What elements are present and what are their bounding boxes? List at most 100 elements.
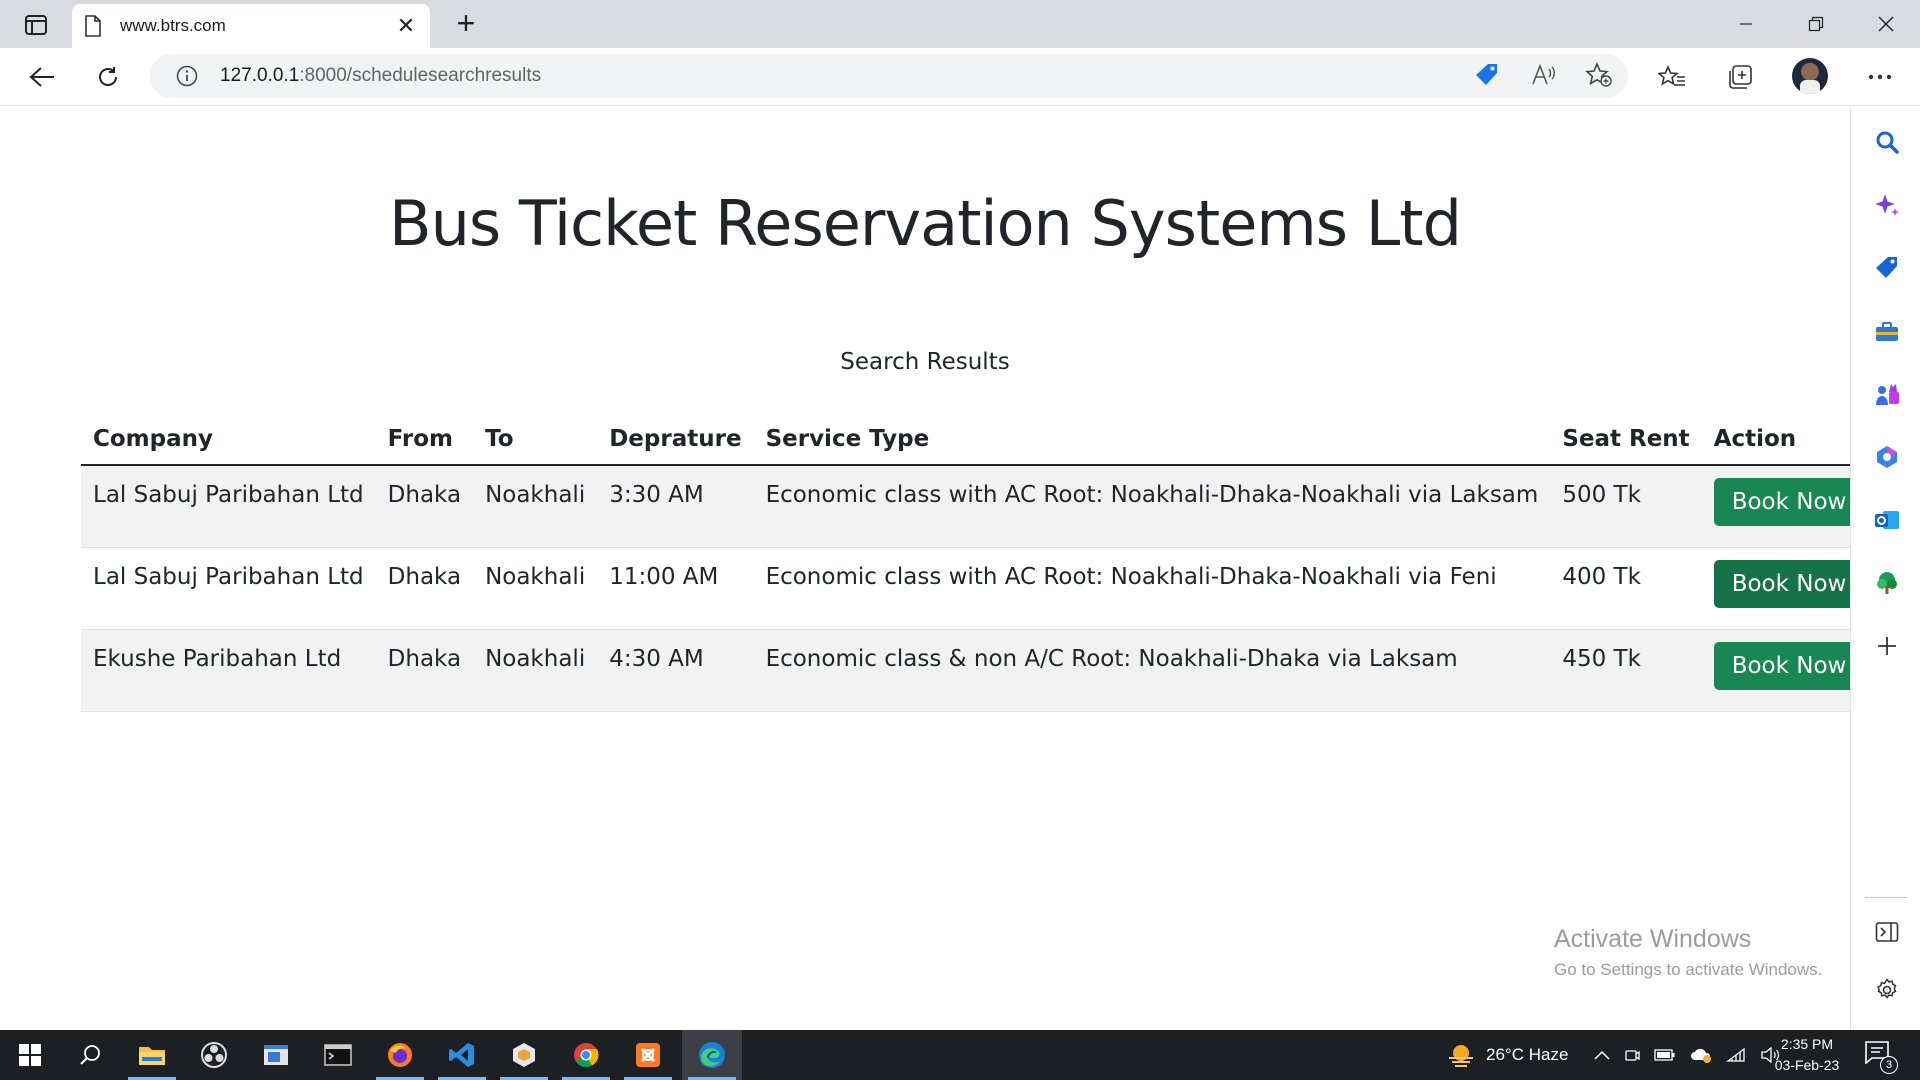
cell-from: Dhaka [375,465,474,548]
more-options-icon[interactable] [1860,58,1900,96]
add-favorite-icon[interactable] [1584,60,1614,90]
url-path: :8000/schedulesearchresults [299,65,542,86]
shopping-tag-icon[interactable] [1874,255,1900,281]
shopping-tag-icon[interactable] [1472,60,1502,90]
header-from: From [375,413,474,466]
wifi-icon[interactable] [1726,1047,1746,1063]
header-service-type: Service Type [753,413,1551,466]
cell-from: Dhaka [375,629,474,712]
notification-center-icon[interactable]: 3 [1864,1040,1898,1074]
search-icon[interactable] [1874,129,1900,155]
vscode-icon[interactable] [432,1030,492,1080]
chevron-up-icon[interactable] [1594,1050,1610,1060]
table-row: Lal Sabuj Paribahan Ltd Dhaka Noakhali 1… [81,547,1877,630]
onedrive-icon[interactable] [1690,1046,1712,1064]
search-results-table: Company From To Depraturе Service Type S… [81,413,1877,712]
table-row: Lal Sabuj Paribahan Ltd Dhaka Noakhali 3… [81,465,1877,548]
address-bar-icons [1472,60,1614,90]
microsoft-365-icon[interactable] [1874,444,1900,470]
terminal-icon[interactable] [308,1030,368,1080]
url-text[interactable]: 127.0.0.1:8000/schedulesearchresults [220,65,541,87]
clock-time: 2:35 PM [1780,1036,1834,1052]
header-seat-rent: Seat Rent [1550,413,1702,466]
start-windows-icon[interactable] [0,1030,60,1080]
cell-to: Noakhali [473,465,598,548]
cell-company: Ekushe Paribahan Ltd [81,629,376,712]
taskbar-search-icon[interactable] [60,1030,120,1080]
book-now-button[interactable]: Book Now [1713,641,1865,690]
cell-to: Noakhali [473,629,598,712]
back-icon[interactable] [22,58,62,96]
notepad-app-icon[interactable] [246,1030,306,1080]
header-company: Company [81,413,376,466]
file-explorer-icon[interactable] [122,1030,182,1080]
hide-sidebar-icon[interactable] [1874,919,1900,945]
obs-studio-icon[interactable] [184,1030,244,1080]
page-content: Bus Ticket Reservation Systems Ltd Searc… [0,107,1877,1030]
sparkle-icon[interactable] [1874,192,1900,218]
cell-departure: 4:30 AM [597,629,754,712]
sublime-box-icon[interactable] [494,1030,554,1080]
tab-title: www.btrs.com [120,16,226,35]
read-aloud-icon[interactable] [1528,60,1558,90]
table-header-row: Company From To Depraturе Service Type S… [81,413,1877,466]
collections-icon[interactable] [1720,58,1760,96]
window-restore-button[interactable] [1788,8,1844,40]
window-close-button[interactable] [1858,8,1914,40]
table-row: Ekushe Paribahan Ltd Dhaka Noakhali 4:30… [81,629,1877,712]
battery-icon[interactable] [1654,1048,1676,1062]
tree-icon[interactable] [1874,570,1900,596]
sidebar-divider [1865,897,1907,898]
settings-gear-icon[interactable] [1874,977,1900,1003]
site-info-icon[interactable] [176,65,198,87]
watermark-title: Activate Windows [1554,925,1752,953]
page-title: Bus Ticket Reservation Systems Ltd [389,187,1462,260]
system-tray-icons [1594,1030,1780,1080]
notification-count-badge: 3 [1880,1056,1898,1074]
watermark-subtitle: Go to Settings to activate Windows. [1554,960,1823,979]
address-bar[interactable]: 127.0.0.1:8000/schedulesearchresults [150,54,1628,98]
new-tab-button[interactable]: + [448,7,484,40]
firefox-icon[interactable] [370,1030,430,1080]
weather-widget[interactable]: 26°C Haze [1446,1030,1568,1080]
games-icon[interactable] [1874,381,1900,407]
refresh-icon[interactable] [88,58,128,96]
meet-now-icon[interactable] [1624,1047,1640,1063]
cell-to: Noakhali [473,547,598,630]
header-to: To [473,413,598,466]
tab-actions-icon[interactable] [14,12,58,38]
add-icon[interactable] [1874,633,1900,659]
weather-text: 26°C Haze [1486,1045,1569,1064]
page-document-icon [84,15,104,37]
activate-windows-watermark: Activate Windows Go to Settings to activ… [1554,925,1822,980]
header-departure: Depraturе [597,413,754,466]
book-now-button[interactable]: Book Now [1713,559,1865,608]
profile-avatar[interactable] [1792,58,1828,94]
windows-taskbar: 26°C Haze 2:35 PM 03-Feb-23 3 [0,1030,1920,1080]
browser-tab-active[interactable]: www.btrs.com ✕ [72,4,430,48]
window-minimize-button[interactable] [1718,8,1774,40]
url-host: 127.0.0.1 [220,65,300,86]
cell-company: Lal Sabuj Paribahan Ltd [81,465,376,548]
cell-seat-rent: 450 Tk [1550,629,1702,712]
book-now-button[interactable]: Book Now [1713,478,1865,526]
section-title: Search Results [840,349,1010,375]
clock-date: 03-Feb-23 [1774,1057,1840,1073]
outlook-icon[interactable] [1874,507,1900,533]
cell-departure: 11:00 AM [597,547,754,630]
tools-icon[interactable] [1874,318,1900,344]
cell-company: Lal Sabuj Paribahan Ltd [81,547,376,630]
taskbar-clock[interactable]: 2:35 PM 03-Feb-23 [1768,1034,1846,1076]
edge-sidebar [1850,107,1920,1030]
cell-seat-rent: 500 Tk [1550,465,1702,548]
cell-seat-rent: 400 Tk [1550,547,1702,630]
haze-sun-icon [1449,1045,1473,1067]
favorites-icon[interactable] [1652,58,1692,96]
edge-icon[interactable] [682,1030,742,1080]
xampp-icon[interactable] [618,1030,678,1080]
browser-toolbar: 127.0.0.1:8000/schedulesearchresults [0,48,1920,106]
browser-tab-bar: www.btrs.com ✕ + [0,0,1920,48]
tab-close-icon[interactable]: ✕ [394,15,418,37]
cell-service-type: Economic class with AC Root: Noakhali-Dh… [753,547,1551,630]
chrome-icon[interactable] [556,1030,616,1080]
